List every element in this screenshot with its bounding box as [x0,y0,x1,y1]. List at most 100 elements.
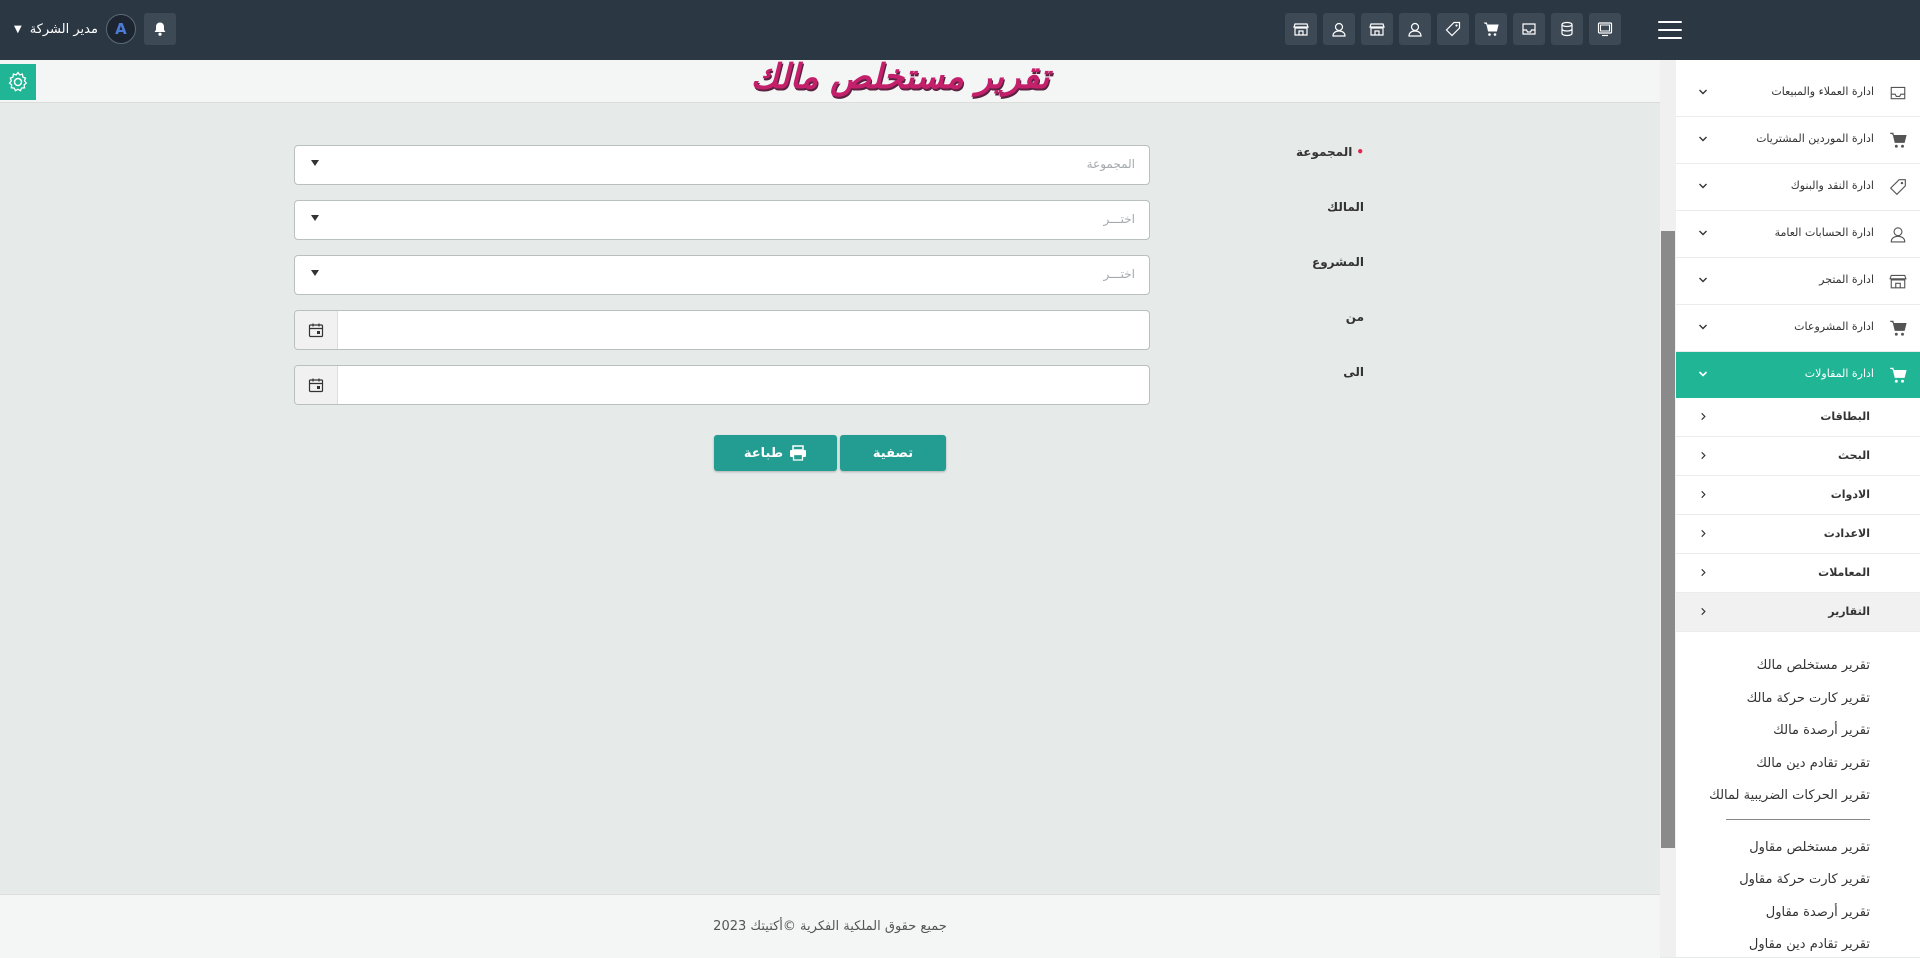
sidebar-sub-label: الاعدادت [1823,527,1870,540]
tag-icon [1888,177,1908,197]
chevron-left-icon [1701,529,1706,538]
sidebar: ادارة العملاء والمبيعات ادارة الموردين ا… [1676,60,1920,957]
quick-access-toolbar [1285,13,1621,45]
chevron-down-icon [1699,136,1707,142]
report-link[interactable]: تقرير مستخلص مالك [1676,650,1920,683]
avatar[interactable]: A [105,14,136,44]
user-name: مدير الشركة [29,21,98,37]
to-date-picker-button[interactable] [295,366,338,404]
divider [1726,818,1870,820]
screen-icon [1597,22,1613,37]
sidebar-sub-search[interactable]: البحث [1676,437,1920,476]
inbox-icon [1522,23,1536,35]
owner-row: المالك اختـــر [294,200,1364,242]
print-button-label: طباعة [743,445,784,461]
group-row: المجموعة • المجموعة [294,145,1364,187]
sidebar-item-label: ادارة المتجر [1819,273,1874,286]
report-link[interactable]: تقرير الحركات الضريبية لمالك [1676,780,1920,813]
sidebar-sub-transactions[interactable]: المعاملات [1676,554,1920,593]
report-link[interactable]: تقرير أرصدة مقاول [1676,897,1920,930]
owner-select-placeholder: اختـــر [1103,212,1135,226]
chevron-left-icon [1701,412,1706,421]
footer: جميع حقوق الملكية الفكرية ©أكتيتك 2023 [0,894,1660,958]
bell-icon [154,22,166,36]
to-date-input[interactable] [294,365,1150,405]
from-date-picker-button[interactable] [295,311,338,349]
cart-icon [1888,318,1908,338]
sidebar-item-general-accounts[interactable]: ادارة الحسابات العامة [1676,211,1920,258]
store-icon [1369,23,1385,36]
sidebar-item-suppliers-purchases[interactable]: ادارة الموردين المشتريات [1676,117,1920,164]
sidebar-sub-label: الادوات [1830,488,1870,501]
screen-button[interactable] [1589,13,1621,45]
chevron-left-icon [1701,451,1706,460]
cart-icon [1484,22,1499,36]
store-button[interactable] [1285,13,1317,45]
chevron-left-icon [1701,607,1706,616]
settings-button[interactable] [0,64,36,100]
report-link[interactable]: تقرير تقادم دين مالك [1676,748,1920,781]
from-date-input[interactable] [294,310,1150,350]
top-navbar: ▼ مدير الشركة A [0,0,1920,60]
scrollbar-thumb[interactable] [1661,231,1675,848]
sidebar-sub-cards[interactable]: البطاقات [1676,398,1920,437]
sidebar-item-contracting[interactable]: ادارة المقاولات [1676,352,1920,398]
project-select[interactable]: اختـــر [294,255,1150,295]
group-select[interactable]: المجموعة [294,145,1150,185]
cart-button[interactable] [1475,13,1507,45]
report-link[interactable]: تقرير مستخلص مقاول [1676,832,1920,865]
sidebar-sub-tools[interactable]: الادوات [1676,476,1920,515]
user-icon [1332,22,1346,37]
calendar-icon [308,378,324,393]
sidebar-item-label: ادارة المشروعات [1794,320,1874,333]
report-link[interactable]: تقرير أرصدة مالك [1676,715,1920,748]
user-button[interactable] [1399,13,1431,45]
report-link[interactable]: تقرير كارت حركة مالك [1676,683,1920,716]
chevron-down-icon [1699,277,1707,283]
sidebar-item-projects[interactable]: ادارة المشروعات [1676,305,1920,352]
to-label: الى [1343,365,1364,379]
caret-down-icon [311,215,319,221]
chevron-down-icon [1699,324,1707,330]
hamburger-line [1658,29,1682,31]
chevron-down-icon: ▼ [14,23,22,35]
report-link[interactable]: تقرير كارت حركة مقاول [1676,864,1920,897]
report-link[interactable]: تقرير تقادم دين مقاول [1676,929,1920,957]
sidebar-sub-reports[interactable]: التقارير [1676,593,1920,632]
database-icon [1561,21,1573,37]
sidebar-item-label: ادارة الحسابات العامة [1774,226,1874,239]
owner-select[interactable]: اختـــر [294,200,1150,240]
owner-label: المالك [1327,200,1364,214]
tag-button[interactable] [1437,13,1469,45]
chevron-down-icon [1699,89,1707,95]
user-icon [1408,22,1422,37]
user-menu[interactable]: ▼ مدير الشركة A [14,12,176,46]
sidebar-sub-settings[interactable]: الاعدادت [1676,515,1920,554]
sidebar-item-label: ادارة العملاء والمبيعات [1771,85,1874,98]
sidebar-item-customers-sales[interactable]: ادارة العملاء والمبيعات [1676,70,1920,117]
group-label: المجموعة • [1295,145,1364,159]
chevron-left-icon [1701,490,1706,499]
printer-icon [790,445,807,461]
user-button[interactable] [1323,13,1355,45]
from-label: من [1345,310,1364,324]
notifications-button[interactable] [143,13,176,45]
chevron-down-icon [1698,371,1708,377]
project-row: المشروع اختـــر [294,255,1364,297]
database-button[interactable] [1551,13,1583,45]
sidebar-sub-label: المعاملات [1818,566,1870,579]
reports-spacer [1676,632,1920,650]
inbox-button[interactable] [1513,13,1545,45]
print-button[interactable]: طباعة [714,435,837,471]
form-actions: طباعة تصفية [714,435,946,471]
tag-icon [1445,21,1461,37]
hamburger-line [1658,21,1682,23]
sidebar-item-cash-banks[interactable]: ادارة النقد والبنوك [1676,164,1920,211]
sidebar-item-store[interactable]: ادارة المتجر [1676,258,1920,305]
group-select-placeholder: المجموعة [1086,157,1135,171]
store-button[interactable] [1361,13,1393,45]
menu-toggle-button[interactable] [1658,18,1682,42]
filter-button[interactable]: تصفية [840,435,946,471]
chevron-left-icon [1701,568,1706,577]
